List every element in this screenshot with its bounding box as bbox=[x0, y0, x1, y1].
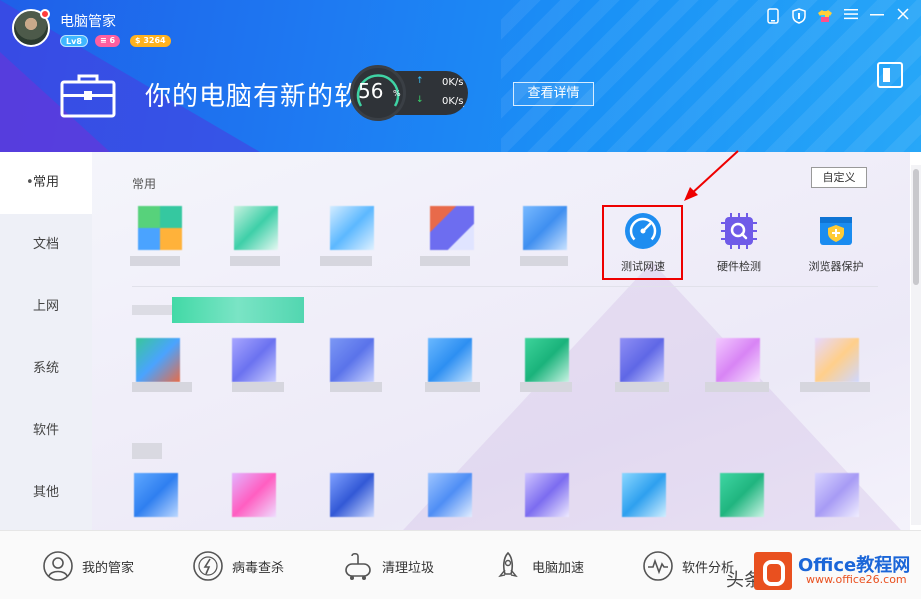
shield-icon[interactable] bbox=[791, 8, 807, 24]
sidebar-item-documents[interactable]: 文档 bbox=[0, 214, 92, 276]
butler-icon bbox=[43, 551, 73, 581]
upload-speed: 0K/s bbox=[442, 77, 464, 88]
memory-percent: 56 bbox=[358, 79, 384, 103]
pixelated-tool-icon[interactable] bbox=[815, 338, 859, 382]
pixelated-tool-label bbox=[705, 382, 769, 392]
rocket-icon bbox=[498, 551, 518, 578]
pixelated-tool-icon[interactable] bbox=[716, 338, 760, 382]
chip-icon bbox=[719, 211, 759, 251]
view-details-button[interactable]: 查看详情 bbox=[513, 82, 594, 106]
nav-my-butler[interactable]: 我的管家 bbox=[42, 550, 134, 582]
analysis-icon bbox=[643, 551, 673, 581]
pixelated-tool-icon[interactable] bbox=[428, 473, 472, 517]
sidebar-item-other[interactable]: 其他 bbox=[0, 462, 92, 524]
nav-label: 清理垃圾 bbox=[382, 560, 435, 576]
app-title: 电脑管家 bbox=[60, 14, 116, 30]
pixelated-tool-icon[interactable] bbox=[430, 206, 474, 250]
coins-badge[interactable]: $ 3264 bbox=[130, 35, 171, 47]
watermark-url: www.office26.com bbox=[806, 573, 907, 586]
network-speed-widget[interactable]: 56 % ↑ ↓ 0K/s 0K/s bbox=[350, 65, 470, 121]
message-badge[interactable]: ≡ 6 bbox=[95, 35, 121, 47]
phone-icon[interactable] bbox=[765, 8, 781, 24]
percent-sign: % bbox=[393, 89, 401, 98]
pixelated-tool-label bbox=[132, 382, 192, 392]
menu-icon[interactable] bbox=[843, 8, 859, 24]
nav-speedup[interactable]: 电脑加速 bbox=[492, 550, 584, 582]
pixelated-tool-icon[interactable] bbox=[525, 473, 569, 517]
section-title: 常用 bbox=[132, 177, 157, 191]
pixelated-tool-icon[interactable] bbox=[232, 338, 276, 382]
sidebar-item-system[interactable]: 系统 bbox=[0, 338, 92, 400]
nav-label: 病毒查杀 bbox=[232, 560, 285, 576]
cleanup-icon bbox=[345, 552, 371, 580]
annotation-arrow-icon bbox=[684, 150, 739, 201]
message-count: 6 bbox=[109, 36, 116, 45]
sidebar-item-software[interactable]: 软件 bbox=[0, 400, 92, 462]
nav-label: 电脑加速 bbox=[532, 560, 585, 576]
notification-dot bbox=[40, 9, 50, 19]
minimize-icon[interactable] bbox=[869, 8, 885, 24]
hardware-check-label: 硬件检测 bbox=[717, 260, 761, 273]
browser-shield-icon bbox=[816, 211, 856, 251]
highlight-box bbox=[602, 205, 683, 280]
pixelated-tool-icon[interactable] bbox=[136, 338, 180, 382]
toolbox-icon bbox=[60, 72, 116, 118]
pixelated-tool-label bbox=[330, 382, 382, 392]
section-divider bbox=[132, 286, 878, 287]
pixelated-tool-label bbox=[130, 256, 180, 266]
watermark: 头条 Office教程网 www.office26.com bbox=[726, 552, 916, 594]
pixelated-tool-icon[interactable] bbox=[330, 206, 374, 250]
pixelated-tool-label bbox=[232, 382, 284, 392]
office-logo-icon bbox=[754, 552, 792, 590]
pixelated-tool-label bbox=[800, 382, 870, 392]
download-arrow-icon: ↓ bbox=[416, 95, 424, 105]
nav-label: 我的管家 bbox=[82, 560, 135, 576]
category-sidebar: 常用 文档 上网 系统 软件 其他 bbox=[0, 152, 92, 530]
virus-scan-icon bbox=[193, 551, 223, 581]
customize-button[interactable]: 自定义 bbox=[811, 167, 867, 188]
pixelated-tool-label bbox=[230, 256, 280, 266]
pixelated-banner bbox=[172, 297, 304, 323]
pixelated-tool-icon[interactable] bbox=[622, 473, 666, 517]
pixelated-tool-icon[interactable] bbox=[523, 206, 567, 250]
pixelated-tool-icon[interactable] bbox=[815, 473, 859, 517]
pixelated-tool-icon[interactable] bbox=[428, 338, 472, 382]
skin-icon[interactable] bbox=[817, 8, 833, 24]
upload-arrow-icon: ↑ bbox=[416, 76, 424, 86]
download-speed: 0K/s bbox=[442, 96, 464, 107]
scrollbar-thumb[interactable] bbox=[913, 169, 919, 285]
pixelated-tool-icon[interactable] bbox=[134, 473, 178, 517]
browser-protection-label: 浏览器保护 bbox=[808, 260, 864, 273]
nav-virus-scan[interactable]: 病毒查杀 bbox=[192, 550, 284, 582]
pixelated-section-title bbox=[132, 305, 172, 315]
pixelated-tool-label bbox=[520, 256, 568, 266]
pixelated-tool-icon[interactable] bbox=[232, 473, 276, 517]
sidebar-toggle-icon[interactable] bbox=[877, 62, 903, 88]
coins-count: 3264 bbox=[143, 36, 166, 45]
pixelated-tool-label bbox=[425, 382, 480, 392]
sidebar-item-common[interactable]: 常用 bbox=[0, 152, 92, 214]
pixelated-tool-label bbox=[420, 256, 470, 266]
pixelated-tool-label bbox=[615, 382, 669, 392]
pixelated-tool-icon[interactable] bbox=[138, 206, 182, 250]
pixelated-tool-icon[interactable] bbox=[330, 338, 374, 382]
content-scrollbar[interactable] bbox=[911, 165, 921, 525]
toolbox-content bbox=[92, 152, 910, 530]
level-badge[interactable]: Lv8 bbox=[60, 35, 88, 47]
pixelated-tool-label bbox=[520, 382, 572, 392]
pixelated-tool-icon[interactable] bbox=[525, 338, 569, 382]
window-controls bbox=[765, 8, 911, 24]
hardware-check-tool[interactable]: 硬件检测 bbox=[698, 205, 780, 283]
close-icon[interactable] bbox=[895, 8, 911, 24]
pixelated-tool-label bbox=[320, 256, 372, 266]
pixelated-tool-icon[interactable] bbox=[720, 473, 764, 517]
pixelated-tool-icon[interactable] bbox=[330, 473, 374, 517]
pixelated-tool-icon[interactable] bbox=[234, 206, 278, 250]
pixelated-tool-icon[interactable] bbox=[620, 338, 664, 382]
nav-cleanup[interactable]: 清理垃圾 bbox=[342, 550, 434, 582]
browser-protection-tool[interactable]: 浏览器保护 bbox=[795, 205, 877, 283]
pixelated-section-title bbox=[132, 443, 162, 459]
sidebar-item-internet[interactable]: 上网 bbox=[0, 276, 92, 338]
nav-software-analysis[interactable]: 软件分析 bbox=[642, 550, 734, 582]
